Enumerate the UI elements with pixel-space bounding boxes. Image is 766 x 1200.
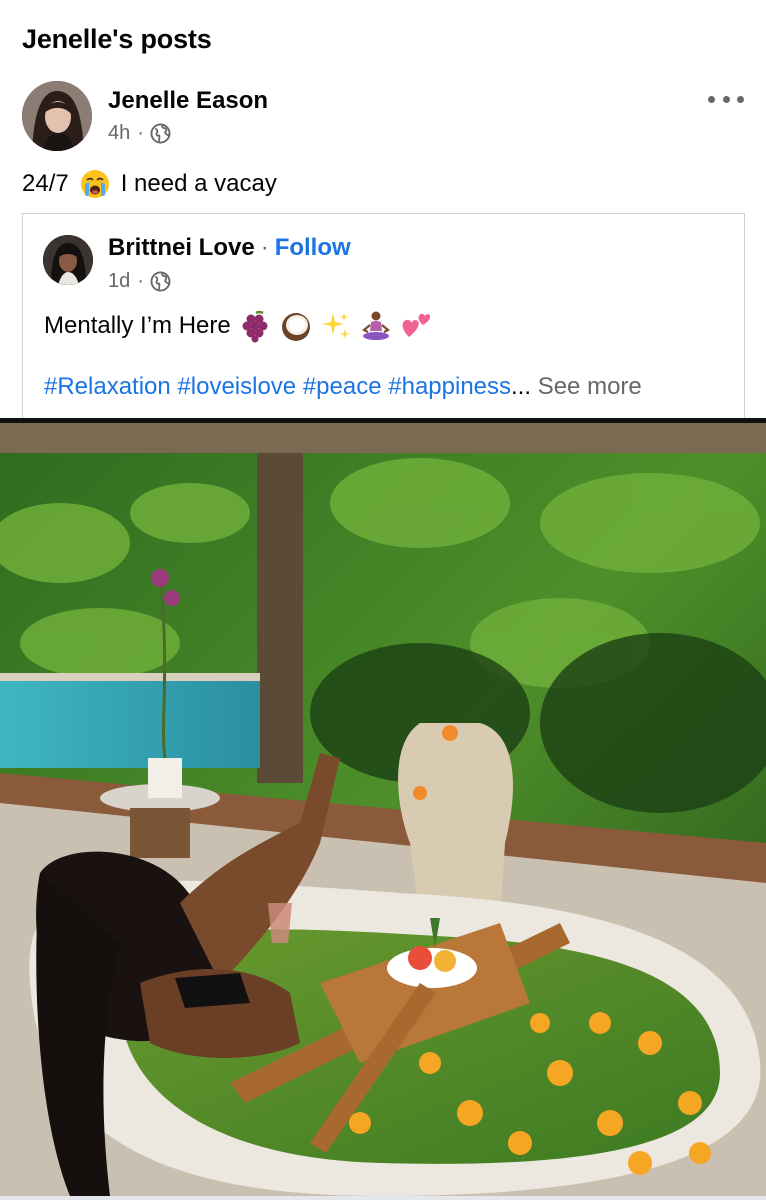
globe-icon	[150, 271, 171, 292]
hashtag-link[interactable]: #happiness	[388, 373, 511, 400]
sparkles-emoji	[321, 313, 350, 339]
grapes-emoji	[242, 310, 268, 343]
more-options-icon[interactable]	[708, 86, 744, 112]
shared-author-row: Brittnei Love · Follow	[108, 234, 351, 262]
post-time[interactable]: 4h	[108, 122, 130, 145]
shared-author-avatar[interactable]	[43, 235, 93, 285]
post-header: Jenelle Eason 4h ·	[22, 80, 744, 154]
post-text: 24/7 I need a vacay	[22, 168, 277, 200]
meta-separator: ·	[137, 122, 144, 144]
crying-face-emoji	[80, 170, 109, 198]
post-photo[interactable]	[0, 418, 766, 1196]
meta-separator: ·	[137, 270, 144, 292]
two-hearts-emoji	[402, 313, 430, 337]
post-text-body: I need a vacay	[120, 170, 277, 197]
meditating-person-emoji	[361, 311, 390, 340]
hashtags-row: #Relaxation #loveislove #peace #happines…	[44, 373, 642, 401]
author-name[interactable]: Jenelle Eason	[108, 87, 268, 115]
emoji-row	[239, 309, 433, 343]
shared-avatar-image	[43, 235, 93, 285]
globe-icon	[150, 123, 171, 144]
see-more-link[interactable]: See more	[538, 373, 642, 400]
coconut-emoji	[281, 313, 310, 341]
avatar-image	[22, 81, 92, 151]
shared-author-name[interactable]: Brittnei Love	[108, 234, 255, 262]
shared-post-body: Mentally I’m Here	[44, 312, 231, 339]
shared-post-time[interactable]: 1d	[108, 270, 130, 293]
hashtag-link[interactable]: #loveislove	[177, 373, 296, 400]
image-bathtub-tropical-resort	[0, 423, 766, 1196]
divider	[0, 1196, 766, 1200]
name-separator: ·	[260, 234, 269, 261]
hashtag-link[interactable]: #peace	[303, 373, 382, 400]
shared-post-meta: 1d ·	[108, 270, 171, 293]
author-avatar[interactable]	[22, 81, 92, 151]
post-meta: 4h ·	[108, 122, 171, 145]
page-title: Jenelle's posts	[22, 24, 212, 54]
post-text-prefix: 24/7	[22, 170, 69, 197]
shared-post-card[interactable]: Brittnei Love · Follow 1d · Mentally I’m…	[22, 213, 745, 418]
shared-post-text: Mentally I’m Here	[44, 309, 433, 343]
hashtag-link[interactable]: #Relaxation	[44, 373, 171, 400]
follow-button[interactable]: Follow	[275, 234, 351, 262]
hashtag-ellipsis: ...	[511, 373, 532, 400]
